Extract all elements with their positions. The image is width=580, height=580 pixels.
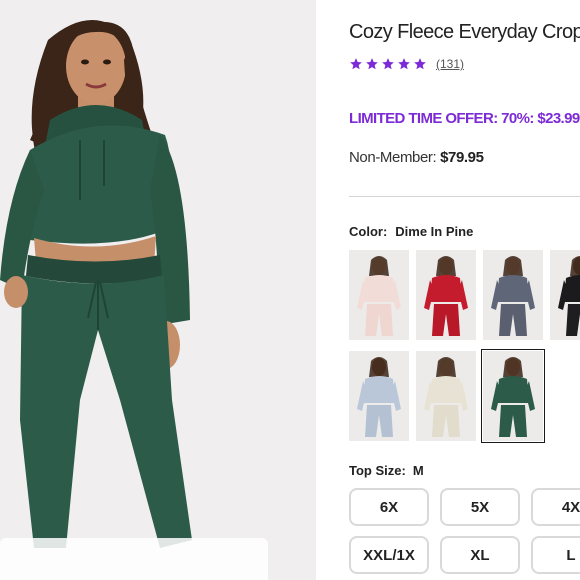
divider [349, 196, 580, 197]
swatch-model-thumbnail [558, 256, 580, 336]
limited-time-offer-price: LIMITED TIME OFFER: 70%: $23.99 [349, 110, 580, 127]
size-option-button[interactable]: 5X [440, 488, 520, 526]
swatch-model-thumbnail [491, 256, 535, 336]
star-icon [398, 58, 410, 70]
product-details-panel: Cozy Fleece Everyday Crop Hoodie (131) L… [316, 0, 580, 580]
star-icon [382, 58, 394, 70]
selected-color-name: Dime In Pine [395, 224, 474, 239]
non-member-label: Non-Member: [349, 149, 437, 166]
star-icon [350, 58, 362, 70]
swatch-model-thumbnail [424, 256, 468, 336]
review-count-link[interactable]: (131) [436, 57, 464, 71]
color-swatch-cream[interactable] [416, 351, 476, 441]
model-illustration [0, 20, 192, 548]
swatch-model-thumbnail [491, 357, 535, 437]
product-title: Cozy Fleece Everyday Crop Hoodie [349, 21, 580, 43]
star-rating [349, 57, 427, 71]
product-main-image[interactable] [0, 0, 316, 580]
size-label: Top Size: [349, 463, 406, 478]
selected-size: M [412, 463, 424, 478]
size-label-row: Top Size: M [349, 463, 424, 478]
color-swatch-red[interactable] [416, 250, 476, 340]
color-swatch-light-blue[interactable] [349, 351, 409, 441]
size-option-button[interactable]: 4X [531, 488, 580, 526]
color-swatch-black[interactable] [550, 250, 580, 340]
swatch-model-thumbnail [424, 357, 468, 437]
non-member-price-row: Non-Member: $79.95 [349, 149, 484, 166]
swatch-model-thumbnail [357, 357, 401, 437]
image-caption-overlay [0, 538, 268, 580]
star-icon [366, 58, 378, 70]
size-option-button[interactable]: L [531, 536, 580, 574]
rating-row[interactable]: (131) [349, 57, 464, 71]
color-swatch-camo[interactable] [483, 250, 543, 340]
color-swatch-dime-in-pine[interactable] [481, 349, 545, 443]
size-option-button[interactable]: XXL/1X [349, 536, 429, 574]
size-option-button[interactable]: 6X [349, 488, 429, 526]
color-label-row: Color: Dime In Pine [349, 224, 473, 239]
size-option-button[interactable]: XL [440, 536, 520, 574]
star-icon [414, 58, 426, 70]
color-label: Color: [349, 224, 388, 239]
color-swatch-pink-print[interactable] [349, 250, 409, 340]
non-member-price: $79.95 [440, 149, 484, 166]
swatch-model-thumbnail [357, 256, 401, 336]
